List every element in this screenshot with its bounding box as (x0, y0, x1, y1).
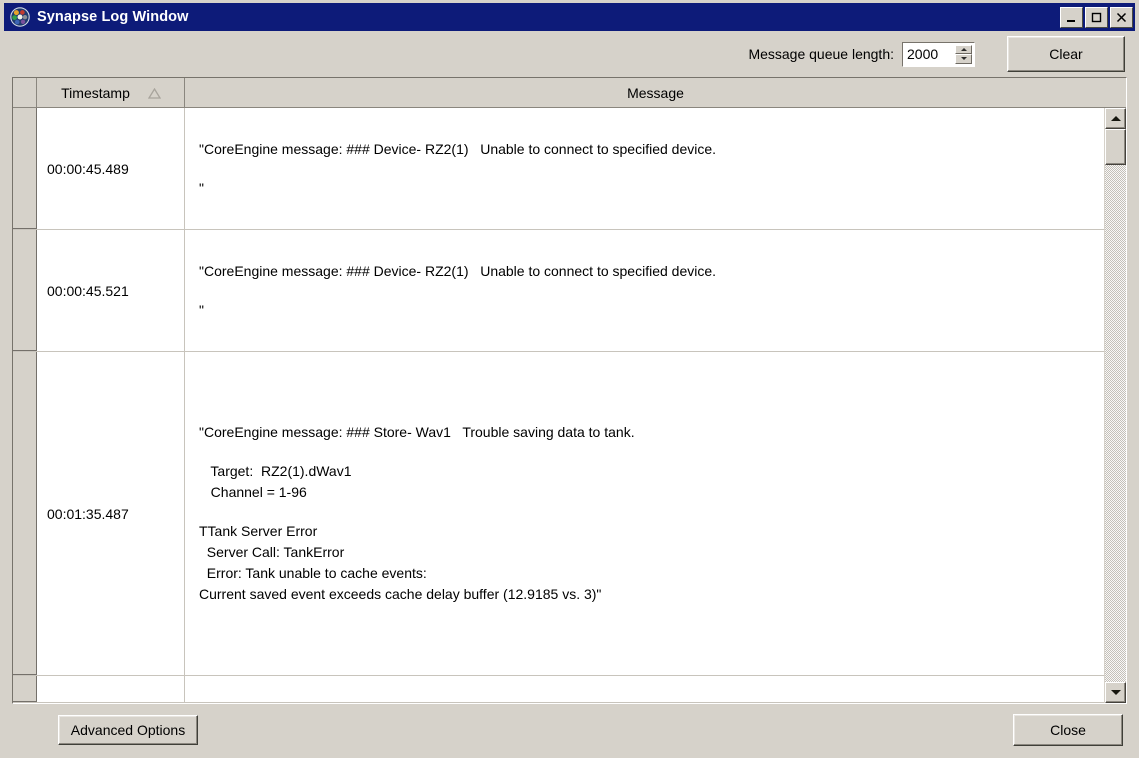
table-row[interactable]: 00:01:35.487 "CoreEngine message: ### St… (13, 352, 1104, 676)
advanced-options-button[interactable]: Advanced Options (58, 715, 198, 745)
cell-timestamp (37, 676, 185, 702)
stepper-down-button[interactable] (955, 54, 972, 64)
close-dialog-button[interactable]: Close (1013, 714, 1123, 746)
close-button[interactable] (1110, 6, 1133, 28)
scrollbar-track[interactable] (1105, 129, 1126, 682)
cell-message: "CoreEngine message: ### Device- RZ2(1) … (185, 108, 1104, 229)
chevron-down-icon (960, 57, 967, 61)
table-row[interactable]: 00:00:45.521 "CoreEngine message: ### De… (13, 230, 1104, 352)
grid-main: 00:00:45.489 "CoreEngine message: ### De… (13, 108, 1104, 703)
cell-message: "CoreEngine message: ### Store- Wav1 Tro… (185, 352, 1104, 675)
column-header-timestamp[interactable]: Timestamp (37, 78, 185, 107)
toolbar: Message queue length: Clear (2, 31, 1137, 77)
message-line: Error: Tank unable to cache events: (199, 565, 427, 581)
synapse-log-window: Synapse Log Window Message queue length: (0, 0, 1139, 758)
window-title: Synapse Log Window (37, 9, 189, 25)
log-grid: Timestamp Message 00:00:45.489 "CoreEngi… (12, 77, 1127, 704)
table-row[interactable] (13, 676, 1104, 703)
message-queue-length-stepper[interactable] (902, 41, 975, 67)
row-selector-gutter[interactable] (13, 230, 37, 351)
maximize-icon (1091, 12, 1102, 22)
cell-timestamp: 00:00:45.521 (37, 230, 185, 351)
scroll-up-arrow-icon (1110, 116, 1121, 121)
clear-button[interactable]: Clear (1007, 36, 1125, 72)
column-header-message[interactable]: Message (185, 78, 1126, 107)
grid-body-wrap: 00:00:45.489 "CoreEngine message: ### De… (13, 108, 1126, 703)
stepper-buttons (955, 44, 972, 64)
message-line: TTank Server Error (199, 523, 318, 539)
stepper-up-button[interactable] (955, 44, 972, 54)
cell-message: "CoreEngine message: ### Device- RZ2(1) … (185, 230, 1104, 351)
row-selector-gutter[interactable] (13, 108, 37, 229)
message-queue-length-label: Message queue length: (748, 46, 894, 62)
scroll-down-arrow-icon (1110, 690, 1121, 695)
close-icon (1116, 12, 1127, 22)
maximize-button[interactable] (1085, 6, 1108, 28)
cell-message (185, 676, 1104, 702)
message-line: Current saved event exceeds cache delay … (199, 586, 602, 602)
message-line: Server Call: TankError (199, 544, 345, 560)
message-line: " (199, 179, 204, 196)
synapse-logo-icon (10, 7, 30, 27)
message-line: "CoreEngine message: ### Device- RZ2(1) … (199, 140, 717, 157)
message-line: " (199, 301, 204, 318)
header-gutter (13, 78, 37, 107)
scroll-down-button[interactable] (1105, 682, 1126, 703)
message-line: "CoreEngine message: ### Store- Wav1 Tro… (199, 424, 635, 440)
footer: Advanced Options Close (2, 704, 1137, 756)
cell-timestamp: 00:01:35.487 (37, 352, 185, 675)
table-row[interactable]: 00:00:45.489 "CoreEngine message: ### De… (13, 108, 1104, 230)
vertical-scrollbar[interactable] (1104, 108, 1126, 703)
column-header-timestamp-label: Timestamp (61, 84, 130, 101)
sort-ascending-triangle-icon (147, 87, 161, 99)
column-header-message-label: Message (627, 84, 684, 101)
cell-timestamp: 00:00:45.489 (37, 108, 185, 229)
message-line: Channel = 1-96 (199, 484, 307, 500)
row-selector-gutter[interactable] (13, 676, 37, 702)
title-bar: Synapse Log Window (4, 3, 1135, 31)
message-line: Target: RZ2(1).dWav1 (199, 463, 352, 479)
minimize-icon (1067, 19, 1075, 22)
grid-header-row: Timestamp Message (13, 78, 1126, 108)
scrollbar-thumb[interactable] (1105, 129, 1126, 165)
chevron-up-icon (960, 47, 967, 51)
window-controls (1060, 6, 1133, 28)
message-line: "CoreEngine message: ### Device- RZ2(1) … (199, 262, 717, 279)
scroll-up-button[interactable] (1105, 108, 1126, 129)
message-queue-length-input[interactable] (903, 42, 955, 66)
grid-rows: 00:00:45.489 "CoreEngine message: ### De… (13, 108, 1104, 703)
minimize-button[interactable] (1060, 6, 1083, 28)
row-selector-gutter[interactable] (13, 352, 37, 675)
